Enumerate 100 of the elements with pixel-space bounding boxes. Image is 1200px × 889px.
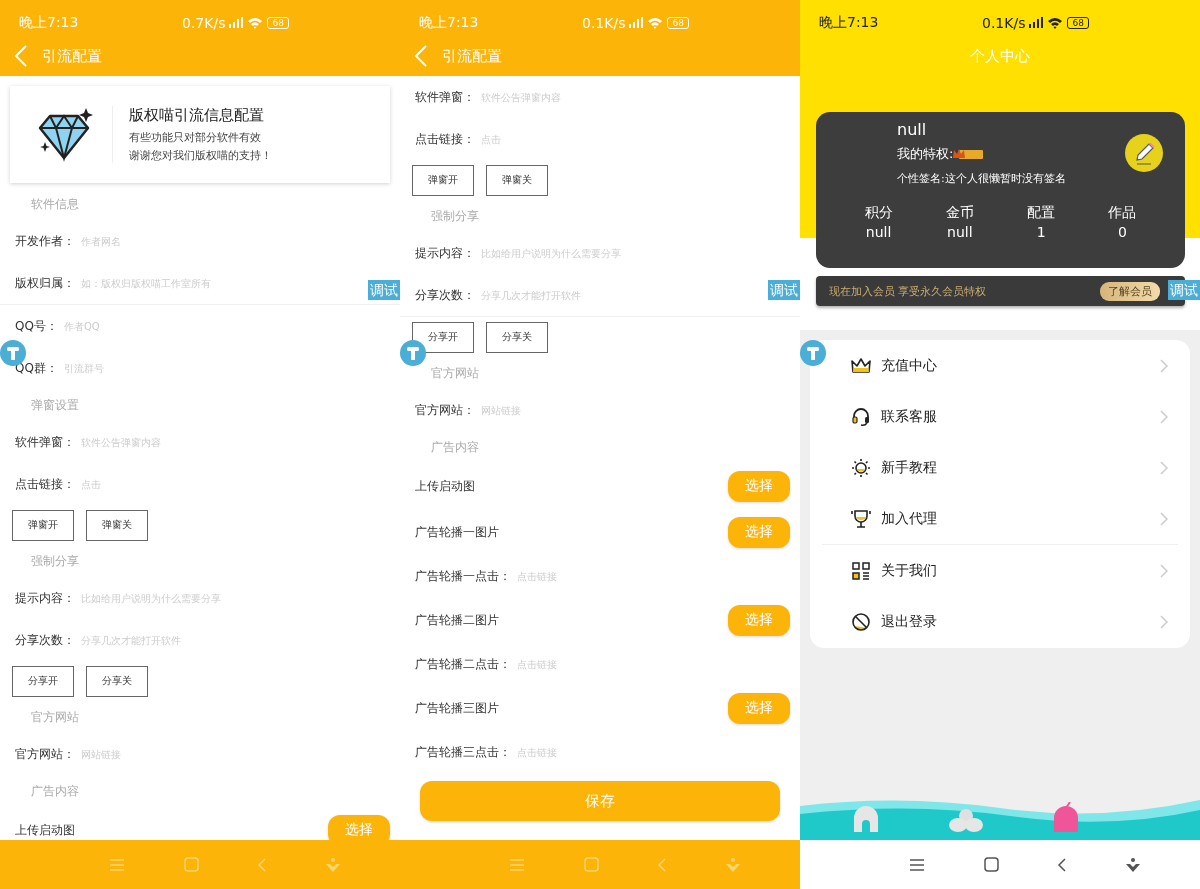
field-label: 开发作者： <box>15 232 75 250</box>
toggle-button[interactable]: 弹窗关 <box>486 164 548 196</box>
menu-item[interactable]: 关于我们 <box>881 561 1150 580</box>
toggle-button[interactable]: 分享关 <box>86 665 148 697</box>
menu-item[interactable]: 联系客服 <box>881 407 1150 426</box>
stat-value: 0 <box>1117 224 1127 240</box>
network-speed: 0.1K/s <box>982 14 1026 31</box>
status-time: 晚上7:13 <box>19 13 79 32</box>
toggle-button[interactable]: 分享关 <box>486 321 548 353</box>
chevron-right-icon <box>1160 358 1168 373</box>
battery-indicator: 68 <box>1067 16 1089 29</box>
chevron-right-icon <box>1160 511 1168 526</box>
field-label: 广告轮播一点击： <box>415 567 511 585</box>
field-label: 提示内容： <box>415 244 475 262</box>
grid-icon <box>851 560 871 581</box>
info-icon[interactable] <box>400 340 426 366</box>
section-heading: 官方网站 <box>31 708 79 726</box>
stat-label: 配置 <box>1027 204 1056 222</box>
wifi-icon <box>1047 16 1064 29</box>
home-icon[interactable] <box>983 857 999 872</box>
field-label: 广告轮播二点击： <box>415 655 511 673</box>
page-title: 引流配置 <box>442 46 502 66</box>
section-heading: 广告内容 <box>431 438 479 456</box>
crown-icon <box>851 356 871 375</box>
field-label: 上传启动图 <box>415 477 475 495</box>
toggle-button[interactable]: 弹窗开 <box>412 164 474 196</box>
page-title: 个人中心 <box>970 46 1030 66</box>
chevron-right-icon <box>1160 614 1168 629</box>
field-label: 广告轮播三点击： <box>415 743 511 761</box>
toggle-button[interactable]: 分享开 <box>12 665 74 697</box>
field-label: 版权归属： <box>15 274 75 292</box>
privilege-label: 我的特权: <box>897 145 954 163</box>
menu-item[interactable]: 充值中心 <box>881 356 1150 375</box>
signal-icon <box>229 17 244 28</box>
section-heading: 广告内容 <box>31 782 79 800</box>
menu-icon[interactable] <box>909 857 926 872</box>
cloud-tab-icon[interactable] <box>948 808 984 832</box>
creature-tab-icon[interactable] <box>1052 802 1080 832</box>
menu-item[interactable]: 退出登录 <box>881 612 1150 631</box>
stat-label: 作品 <box>1108 204 1137 222</box>
sun-icon <box>851 457 871 478</box>
toggle-button[interactable]: 弹窗开 <box>12 509 74 541</box>
network-speed: 0.1K/s <box>582 14 626 31</box>
stat-value: null <box>947 224 973 240</box>
stat-value: 1 <box>1036 224 1046 240</box>
learn-membership-button[interactable]: 了解会员 <box>1100 281 1160 301</box>
network-speed: 0.7K/s <box>182 14 226 31</box>
membership-text: 现在加入会员 享受永久会员特权 <box>829 283 987 299</box>
field-label: 广告轮播一图片 <box>415 523 499 541</box>
field-label: 点击链接： <box>15 475 75 493</box>
field-label: 上传启动图 <box>15 821 75 839</box>
section-heading: 强制分享 <box>31 552 79 570</box>
house-tab-icon[interactable] <box>852 806 880 832</box>
battery-indicator: 68 <box>267 16 289 29</box>
wifi-icon <box>647 16 664 29</box>
card-description: 谢谢您对我们版权喵的支持！ <box>129 148 272 163</box>
signal-icon <box>1029 17 1044 28</box>
stat-label: 积分 <box>864 204 893 222</box>
status-time: 晚上7:13 <box>819 13 879 32</box>
crown-badge-icon <box>953 148 984 160</box>
field-label: QQ号： <box>15 317 58 335</box>
back-icon[interactable] <box>1057 857 1067 872</box>
chevron-right-icon <box>1160 460 1168 475</box>
page-title: 引流配置 <box>42 46 102 66</box>
menu-item[interactable]: 新手教程 <box>881 458 1150 477</box>
wifi-icon <box>247 16 264 29</box>
section-heading: 强制分享 <box>431 207 479 225</box>
field-label: 软件弹窗： <box>415 88 475 106</box>
card-description: 有些功能只对部分软件有效 <box>129 130 262 145</box>
menu-item[interactable]: 加入代理 <box>881 509 1150 528</box>
toggle-button[interactable]: 分享开 <box>412 321 474 353</box>
field-label: 广告轮播二图片 <box>415 611 499 629</box>
headset-icon <box>851 406 871 427</box>
section-heading: 软件信息 <box>31 195 79 213</box>
field-label: 提示内容： <box>15 589 75 607</box>
download-icon[interactable] <box>1124 856 1141 873</box>
field-label: 点击链接： <box>415 130 475 148</box>
signature-text: 个性签名:这个人很懒暂时没有签名 <box>897 171 1066 186</box>
battery-indicator: 68 <box>667 16 689 29</box>
chevron-right-icon <box>1160 409 1168 424</box>
field-label: 软件弹窗： <box>15 433 75 451</box>
field-label: 分享次数： <box>15 631 75 649</box>
trophy-icon <box>851 508 871 529</box>
field-label: 官方网站： <box>415 401 475 419</box>
pencil-avatar-icon[interactable] <box>1125 134 1163 172</box>
field-label: 广告轮播三图片 <box>415 699 499 717</box>
status-time: 晚上7:13 <box>419 13 479 32</box>
field-label: 分享次数： <box>415 286 475 304</box>
section-heading: 弹窗设置 <box>31 396 79 414</box>
prohibited-icon <box>851 611 871 632</box>
card-title: 版权喵引流信息配置 <box>129 106 265 125</box>
stat-value: null <box>865 224 892 240</box>
section-heading: 官方网站 <box>431 364 479 382</box>
chevron-right-icon <box>1160 563 1168 578</box>
toggle-button[interactable]: 弹窗关 <box>86 509 148 541</box>
stat-label: 金币 <box>945 204 974 222</box>
field-label: 官方网站： <box>15 745 75 763</box>
signal-icon <box>629 17 644 28</box>
user-name: null <box>897 120 928 139</box>
info-icon[interactable] <box>800 340 826 366</box>
